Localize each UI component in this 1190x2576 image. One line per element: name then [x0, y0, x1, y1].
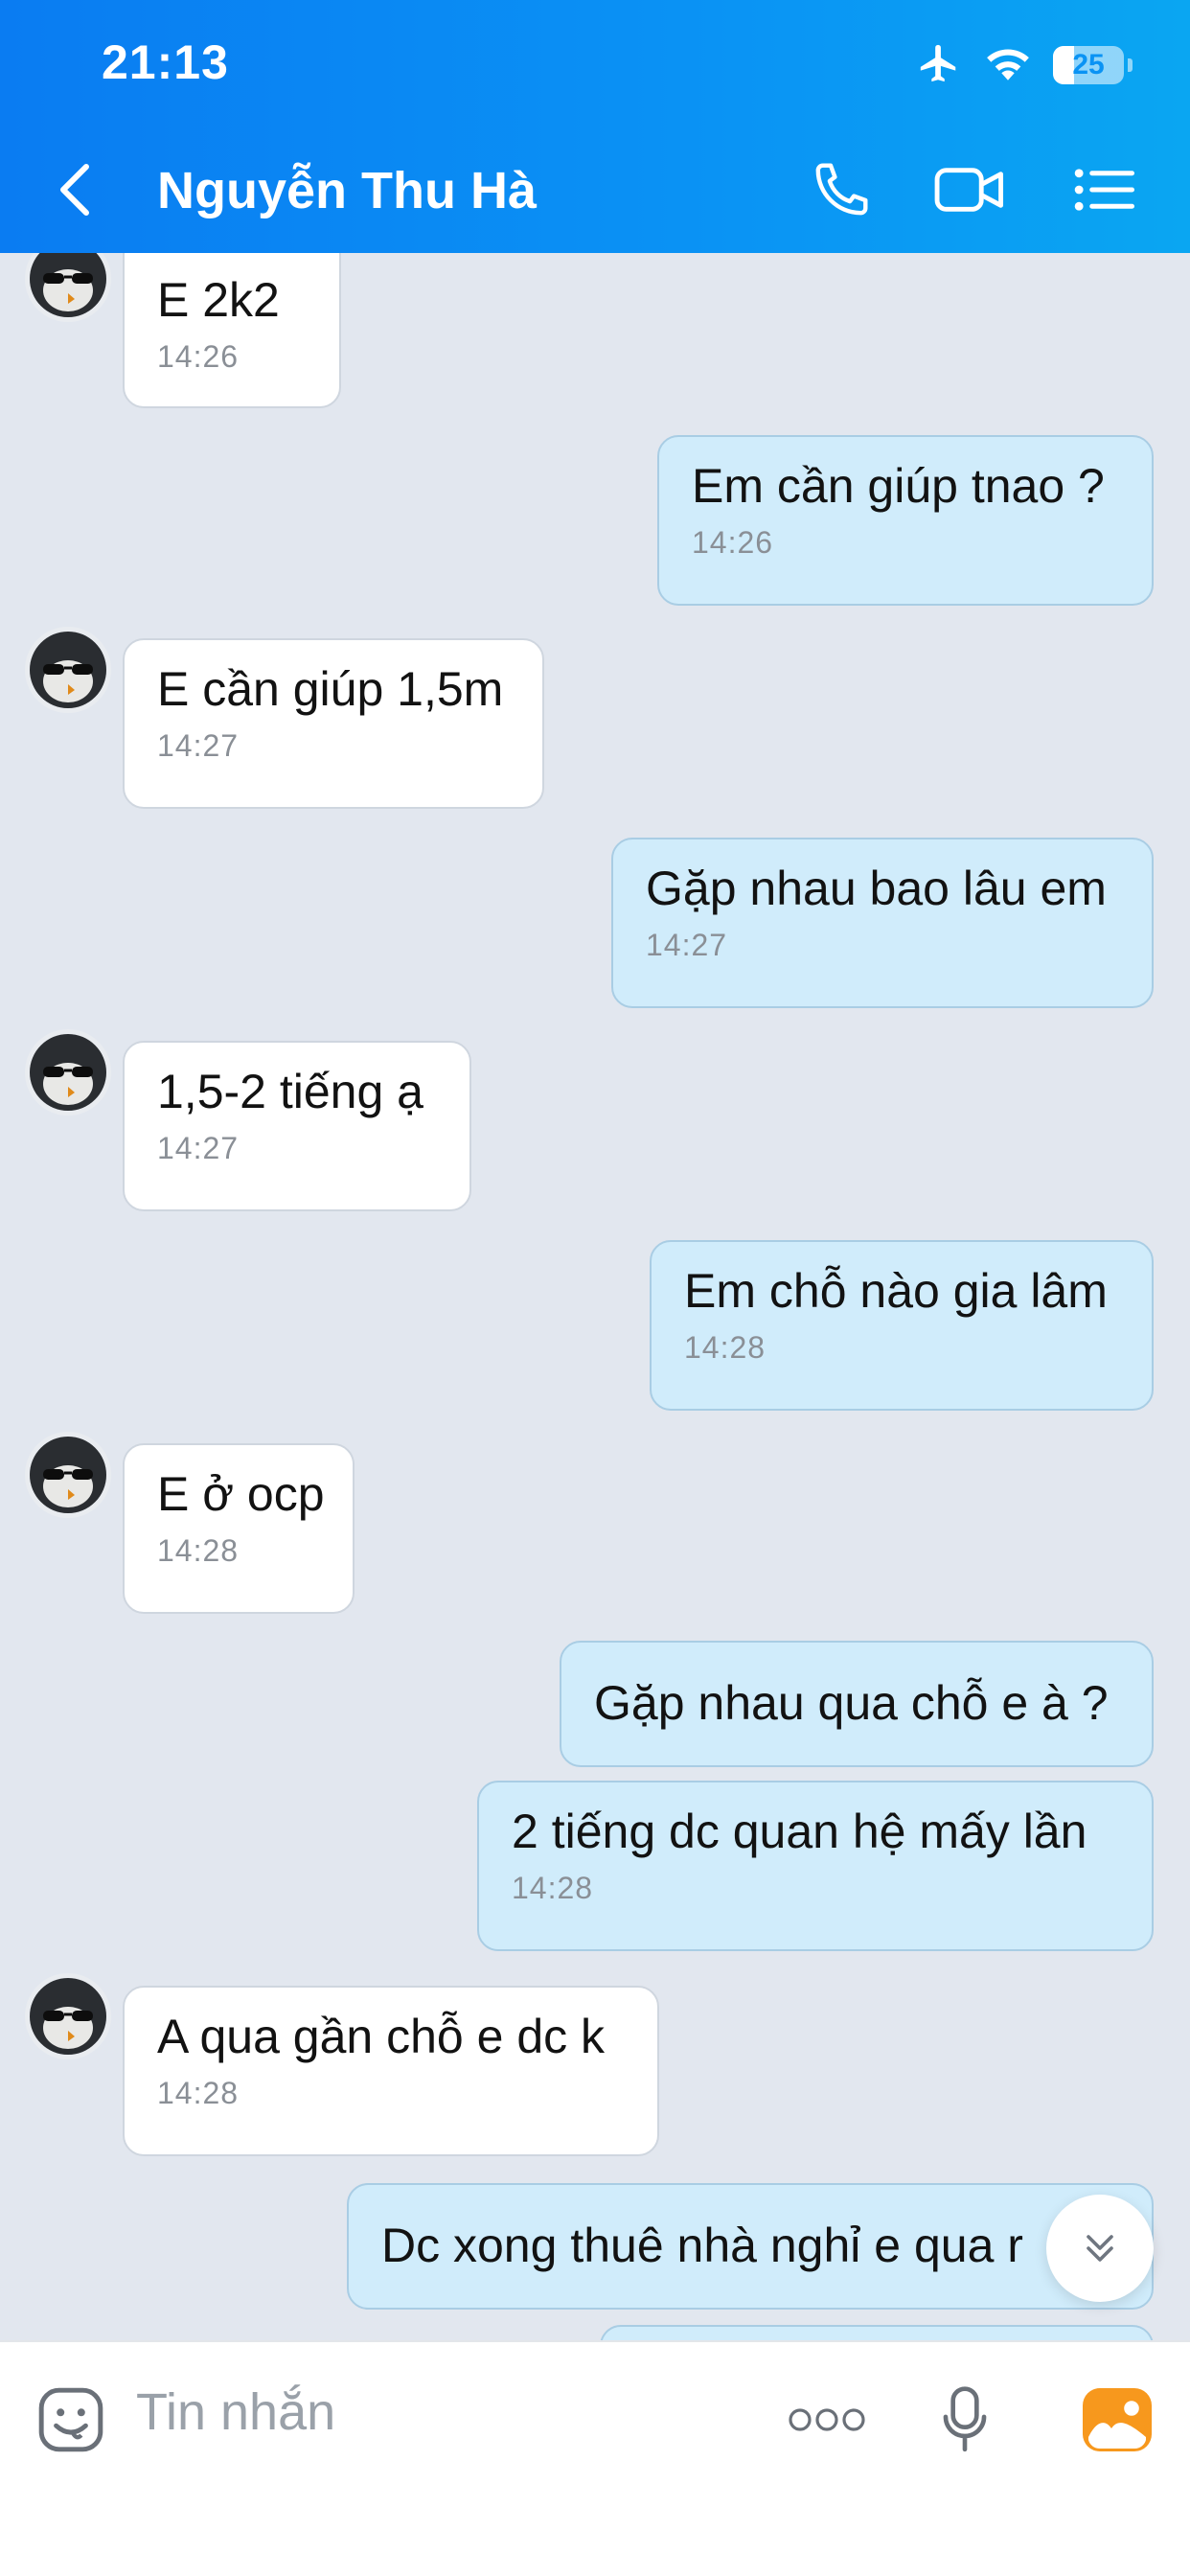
avatar[interactable] [25, 253, 111, 322]
message-text: Em chỗ nào gia lâm [684, 1264, 1108, 1318]
message-bubble-incoming[interactable]: E ở ocp 14:28 [123, 1443, 355, 1614]
message-time: 14:28 [157, 2076, 240, 2110]
message-time: 14:28 [684, 1330, 767, 1365]
message-input[interactable]: Tin nhắn [136, 2382, 335, 2442]
message-text: Gặp nhau qua chỗ e à ? [594, 1676, 1109, 1730]
battery-level: 25 [1072, 49, 1105, 80]
gallery-icon [1083, 2388, 1152, 2451]
video-call-button[interactable] [931, 153, 1008, 226]
wifi-icon [984, 44, 1032, 87]
message-bubble-outgoing[interactable]: Em chỗ nào gia lâm 14:28 [650, 1240, 1154, 1411]
message-bubble-outgoing[interactable]: Em cần giúp tnao ? 14:26 [657, 435, 1154, 606]
message-time: 14:27 [646, 928, 728, 962]
message-text: A qua gần chỗ e dc k [157, 2010, 606, 2063]
message-time: 14:26 [157, 339, 240, 374]
message-bubble-outgoing[interactable]: Dc xong thuê nhà nghỉ e qua r [347, 2183, 1154, 2310]
options-menu-button[interactable] [1069, 153, 1138, 226]
avatar[interactable] [25, 627, 111, 713]
chevron-double-down-icon [1087, 2235, 1113, 2262]
contact-name[interactable]: Nguyễn Thu Hà [157, 161, 537, 220]
avatar[interactable] [25, 1432, 111, 1518]
battery-tip [1128, 58, 1133, 72]
more-options-button[interactable] [784, 2377, 870, 2463]
battery-icon: 25 [1053, 46, 1124, 84]
message-time: 14:28 [512, 1871, 594, 1905]
message-bubble-incoming[interactable]: A qua gần chỗ e dc k 14:28 [123, 1986, 659, 2156]
video-call-icon [934, 168, 1004, 212]
status-time: 21:13 [102, 35, 229, 89]
message-text: Dc xong thuê nhà nghỉ e qua r [381, 2219, 1023, 2272]
message-time: 14:27 [157, 1131, 240, 1165]
scroll-to-bottom-button[interactable] [1046, 2195, 1154, 2302]
back-button[interactable] [56, 155, 113, 224]
gallery-button[interactable] [1077, 2377, 1157, 2463]
message-text: E ở ocp [157, 1467, 325, 1521]
message-text: Gặp nhau bao lâu em [646, 862, 1107, 915]
message-bubble-outgoing[interactable]: Gặp nhau bao lâu em 14:27 [611, 838, 1154, 1008]
voice-call-button[interactable] [803, 153, 880, 226]
message-text: Em cần giúp tnao ? [692, 459, 1105, 513]
message-list[interactable]: E 2k2 14:26 Em cần giúp tnao ? 14:26 E c… [0, 253, 1190, 2340]
back-icon [60, 164, 89, 216]
composer-bar: Tin nhắn [0, 2340, 1190, 2576]
voice-message-button[interactable] [931, 2377, 998, 2463]
chat-header: 21:13 25 Nguyễn Thu Hà [0, 0, 1190, 253]
message-text: 2 tiếng dc quan hệ mấy lần [512, 1805, 1087, 1858]
airplane-icon [915, 41, 963, 90]
avatar[interactable] [25, 1973, 111, 2059]
message-bubble-incoming[interactable]: E cần giúp 1,5m 14:27 [123, 638, 544, 809]
emoji-button[interactable] [33, 2377, 109, 2463]
message-bubble-outgoing[interactable] [600, 2325, 1154, 2340]
status-icons: 25 [915, 38, 1133, 92]
message-text: 1,5-2 tiếng ạ [157, 1065, 423, 1118]
message-bubble-outgoing[interactable]: Gặp nhau qua chỗ e à ? [560, 1641, 1154, 1767]
message-time: 14:26 [692, 525, 774, 560]
more-icon [789, 2408, 865, 2431]
message-text: E cần giúp 1,5m [157, 662, 504, 716]
message-time: 14:27 [157, 728, 240, 763]
phone-icon [815, 163, 868, 216]
message-bubble-incoming[interactable]: E 2k2 14:26 [123, 253, 341, 408]
message-bubble-outgoing[interactable]: 2 tiếng dc quan hệ mấy lần 14:28 [477, 1781, 1154, 1951]
microphone-icon [943, 2386, 987, 2452]
message-bubble-incoming[interactable]: 1,5-2 tiếng ạ 14:27 [123, 1041, 471, 1211]
message-text: E 2k2 [157, 273, 280, 327]
message-time: 14:28 [157, 1533, 240, 1568]
emoji-icon [38, 2387, 103, 2452]
menu-list-icon [1074, 169, 1134, 211]
avatar[interactable] [25, 1029, 111, 1116]
